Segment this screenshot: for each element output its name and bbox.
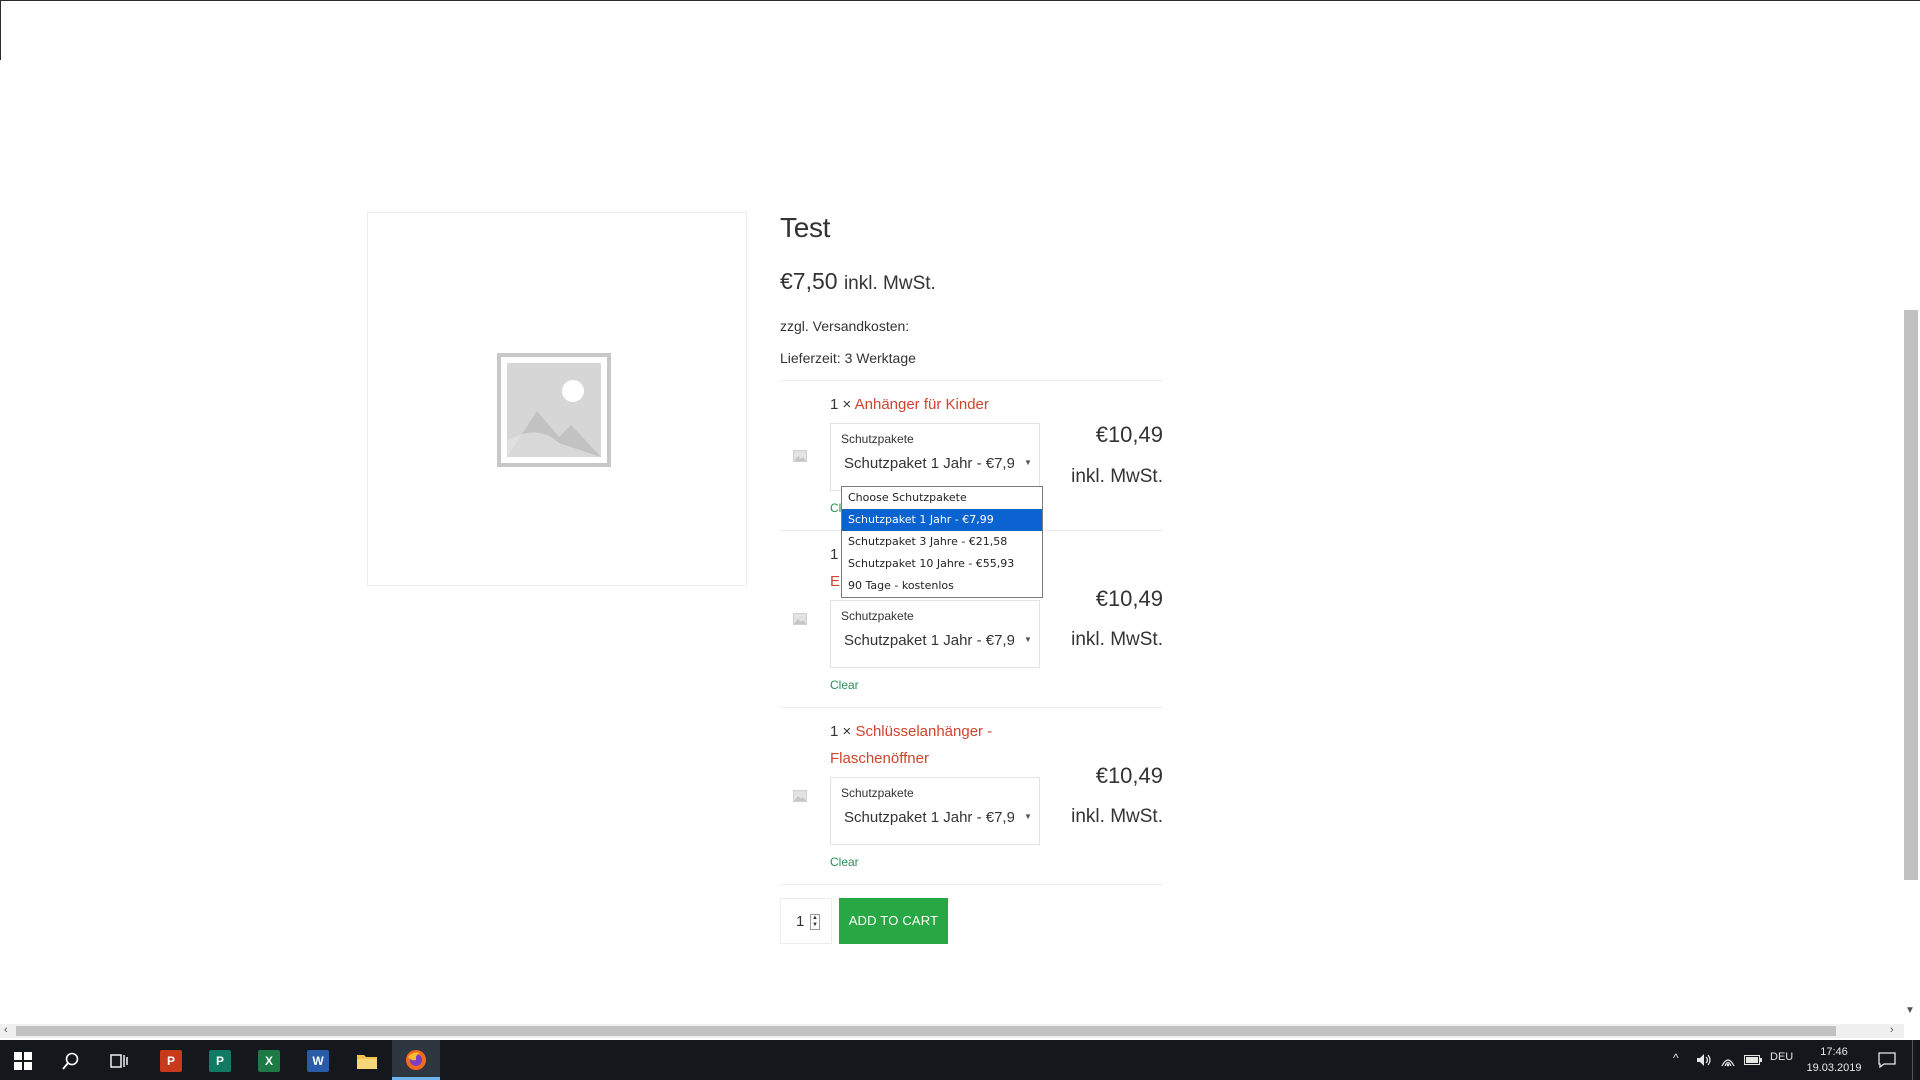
item-qty: 1 ×	[830, 723, 852, 740]
stepper-arrows-icon[interactable]: ▲ ▼	[810, 914, 820, 930]
divider	[780, 707, 1163, 708]
image-placeholder-icon	[497, 353, 611, 467]
windows-start-icon[interactable]	[14, 1052, 32, 1070]
dropdown-option[interactable]: 90 Tage - kostenlos	[842, 575, 1042, 597]
item-link[interactable]: E	[830, 573, 840, 590]
item-link[interactable]: Anhänger für Kinder	[855, 396, 989, 413]
package-selected-value: Schutzpaket 1 Jahr - €7,99	[844, 455, 1014, 472]
package-selected-value: Schutzpaket 1 Jahr - €7,99	[844, 809, 1014, 826]
product-image[interactable]	[367, 212, 747, 586]
publisher-icon[interactable]: P	[209, 1050, 231, 1072]
shipping-note: zzgl. Versandkosten:	[780, 318, 910, 334]
system-clock[interactable]: 17:46 19.03.2019	[1805, 1044, 1863, 1076]
item-qty: 1 ×	[830, 396, 852, 413]
package-select[interactable]: Schutzpakete Schutzpaket 1 Jahr - €7,99 …	[830, 423, 1040, 491]
product-price: €7,50 inkl. MwSt.	[780, 268, 936, 295]
package-label: Schutzpakete	[841, 609, 914, 623]
excel-icon[interactable]: X	[258, 1050, 280, 1072]
window-left-edge	[0, 0, 1, 60]
item-tax-note: inkl. MwSt.	[1071, 629, 1163, 650]
item-price: €10,49	[1095, 586, 1163, 611]
file-explorer-icon[interactable]	[356, 1052, 378, 1070]
horizontal-scrollbar-thumb[interactable]	[16, 1026, 1836, 1036]
divider	[780, 380, 1163, 381]
item-qty: 1	[830, 546, 839, 563]
price-value: €7,50	[780, 268, 838, 294]
price-tax-note: inkl. MwSt.	[843, 273, 936, 294]
task-view-icon[interactable]	[110, 1052, 128, 1070]
item-link[interactable]: Schlüsselanhänger -	[855, 723, 992, 740]
search-icon[interactable]	[62, 1052, 80, 1070]
quantity-value: 1	[796, 913, 805, 930]
network-icon[interactable]	[1720, 1053, 1736, 1067]
dropdown-option[interactable]: Schutzpaket 10 Jahre - €55,93	[842, 553, 1042, 575]
window-top-border	[0, 0, 1920, 1]
quantity-stepper[interactable]: 1 ▲ ▼	[780, 898, 832, 944]
firefox-icon[interactable]	[405, 1049, 427, 1071]
bundle-item-name-line2: Flaschenöffner	[830, 745, 929, 772]
item-price: €10,49	[1095, 763, 1163, 788]
package-select[interactable]: Schutzpakete Schutzpaket 1 Jahr - €7,99 …	[830, 600, 1040, 668]
bundle-item-name: 1 × Anhänger für Kinder	[830, 391, 989, 418]
bundle-item-name: 1	[830, 541, 838, 568]
item-link[interactable]: Flaschenöffner	[830, 750, 929, 767]
package-label: Schutzpakete	[841, 786, 914, 800]
word-icon[interactable]: W	[307, 1050, 329, 1072]
divider	[780, 884, 1163, 885]
scroll-left-arrow-icon[interactable]: ‹	[4, 1024, 8, 1036]
item-thumbnail-icon	[793, 790, 807, 802]
item-tax-note: inkl. MwSt.	[1071, 466, 1163, 487]
taskbar	[0, 1040, 1920, 1080]
bundle-item-name: 1 × Schlüsselanhänger -	[830, 718, 992, 745]
chevron-down-icon: ▼	[1024, 812, 1032, 821]
show-desktop-divider	[1912, 1040, 1913, 1080]
clear-link[interactable]: Clear	[830, 855, 859, 869]
package-label: Schutzpakete	[841, 432, 914, 446]
language-indicator[interactable]: DEU	[1770, 1051, 1793, 1063]
chevron-down-icon: ▼	[1024, 458, 1032, 467]
dropdown-option-selected[interactable]: Schutzpaket 1 Jahr - €7,99	[842, 509, 1042, 531]
item-price: €10,49	[1095, 422, 1163, 447]
volume-icon[interactable]	[1696, 1053, 1712, 1067]
add-to-cart-button[interactable]: ADD TO CART	[839, 898, 948, 944]
clock-time: 17:46	[1820, 1046, 1848, 1058]
scroll-right-arrow-icon[interactable]: ›	[1890, 1024, 1894, 1036]
tray-overflow-icon[interactable]: ^	[1673, 1051, 1679, 1065]
item-thumbnail-icon	[793, 450, 807, 462]
clear-link[interactable]: Clear	[830, 678, 859, 692]
item-thumbnail-icon	[793, 613, 807, 625]
package-selected-value: Schutzpaket 1 Jahr - €7,99	[844, 632, 1014, 649]
bundle-item-name-line2: E	[830, 568, 840, 595]
product-title: Test	[780, 212, 831, 243]
dropdown-option[interactable]: Choose Schutzpakete	[842, 487, 1042, 509]
chevron-down-icon: ▼	[1024, 635, 1032, 644]
item-tax-note: inkl. MwSt.	[1071, 806, 1163, 827]
scroll-down-arrow-icon[interactable]: ▼	[1905, 1005, 1915, 1016]
dropdown-option[interactable]: Schutzpaket 3 Jahre - €21,58	[842, 531, 1042, 553]
clock-date: 19.03.2019	[1806, 1062, 1862, 1074]
package-dropdown-list[interactable]: Choose Schutzpakete Schutzpaket 1 Jahr -…	[841, 486, 1043, 598]
powerpoint-icon[interactable]: P	[160, 1050, 182, 1072]
vertical-scrollbar[interactable]	[1904, 310, 1918, 880]
notification-center-icon[interactable]	[1878, 1052, 1896, 1068]
battery-icon[interactable]	[1744, 1055, 1762, 1065]
package-select[interactable]: Schutzpakete Schutzpaket 1 Jahr - €7,99 …	[830, 777, 1040, 845]
delivery-time: Lieferzeit: 3 Werktage	[780, 350, 916, 366]
